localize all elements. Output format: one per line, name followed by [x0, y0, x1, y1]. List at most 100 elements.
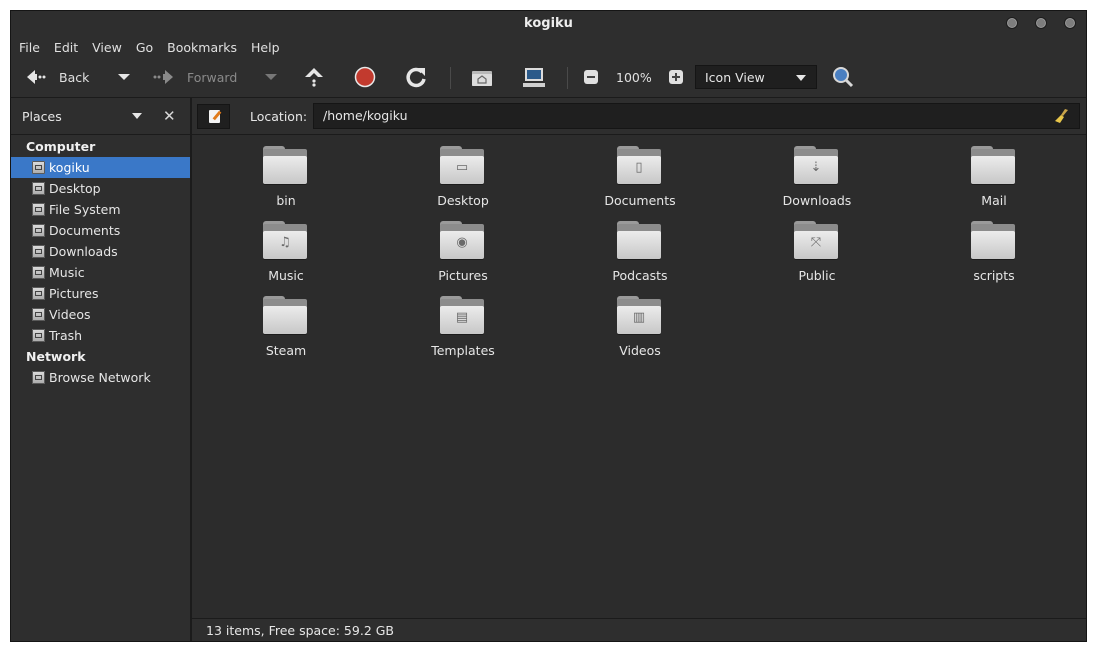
desktop-icon: [32, 182, 45, 195]
sidebar-item-downloads[interactable]: Downloads: [11, 241, 190, 262]
folder-item[interactable]: Podcasts: [565, 221, 715, 293]
maximize-button[interactable]: [1035, 17, 1047, 29]
toolbar-separator: [567, 67, 568, 89]
sidebar-item-music[interactable]: Music: [11, 262, 190, 283]
folder-icon: [971, 221, 1015, 259]
menu-help[interactable]: Help: [244, 38, 287, 58]
folder-item[interactable]: ⇣ Downloads: [742, 146, 892, 218]
up-button[interactable]: [303, 61, 325, 93]
search-button[interactable]: [831, 61, 855, 93]
sidebar-item-label: File System: [49, 202, 121, 217]
chevron-down-icon: [265, 74, 277, 80]
sidebar-item-pictures[interactable]: Pictures: [11, 283, 190, 304]
sidebar-item-home[interactable]: kogiku: [11, 157, 190, 178]
location-path: /home/kogiku: [323, 108, 408, 123]
folder-emblem-icon: ▭: [455, 160, 469, 175]
back-label: Back: [59, 69, 90, 85]
back-button[interactable]: Back: [23, 61, 89, 93]
reload-button[interactable]: [405, 61, 427, 93]
folder-name: Pictures: [438, 268, 488, 283]
location-input[interactable]: /home/kogiku: [313, 103, 1080, 129]
zoom-out-button[interactable]: [583, 61, 599, 93]
folder-item[interactable]: ▭ Desktop: [388, 146, 538, 218]
downloads-icon: [32, 245, 45, 258]
menu-file[interactable]: File: [11, 38, 47, 58]
folder-icon: ♫: [263, 221, 307, 259]
folder-emblem-icon: [986, 236, 1000, 250]
videos-icon: [32, 308, 45, 321]
forward-history-dropdown[interactable]: [264, 61, 278, 93]
minimize-button[interactable]: [1006, 17, 1018, 29]
location-label: Location:: [250, 109, 308, 124]
folder-emblem-icon: ▤: [455, 310, 469, 325]
menu-view[interactable]: View: [85, 38, 129, 58]
edit-location-button[interactable]: [197, 104, 230, 129]
sidebar-item-documents[interactable]: Documents: [11, 220, 190, 241]
view-mode-select[interactable]: Icon View: [695, 65, 817, 89]
folder-emblem-icon: [278, 311, 292, 325]
toolbar: Back Forward 100% Icon View: [11, 61, 1086, 97]
folder-item[interactable]: Mail: [919, 146, 1069, 218]
stop-button[interactable]: [354, 61, 376, 93]
folder-emblem-icon: ⤧: [810, 235, 822, 250]
menu-go[interactable]: Go: [129, 38, 160, 58]
home-icon: [32, 161, 45, 174]
folder-item[interactable]: ⤧ Public: [742, 221, 892, 293]
forward-arrow-icon: [153, 70, 173, 84]
home-button[interactable]: [471, 61, 493, 93]
zoom-in-icon: [669, 70, 683, 84]
chevron-down-icon: [118, 74, 130, 80]
folder-item[interactable]: ▥ Videos: [565, 296, 715, 368]
folder-icon: [971, 146, 1015, 184]
menu-edit[interactable]: Edit: [47, 38, 85, 58]
computer-button[interactable]: [522, 61, 546, 93]
back-history-dropdown[interactable]: [117, 61, 131, 93]
sidebar-item-browse-network[interactable]: Browse Network: [11, 367, 190, 388]
zoom-in-button[interactable]: [668, 61, 684, 93]
close-button[interactable]: [1064, 17, 1076, 29]
music-icon: [32, 266, 45, 279]
folder-item[interactable]: ◉ Pictures: [388, 221, 538, 293]
folder-item[interactable]: ▤ Templates: [388, 296, 538, 368]
folder-item[interactable]: bin: [211, 146, 361, 218]
places-title: Places: [22, 109, 62, 124]
filesystem-icon: [32, 203, 45, 216]
folder-icon: [263, 296, 307, 334]
folder-item[interactable]: ▯ Documents: [565, 146, 715, 218]
folder-name: Steam: [265, 343, 307, 358]
folder-item[interactable]: ♫ Music: [211, 221, 361, 293]
forward-button[interactable]: Forward: [151, 61, 237, 93]
file-manager-window: kogiku File Edit View Go Bookmarks Help …: [10, 10, 1087, 642]
zoom-level: 100%: [616, 69, 652, 85]
view-mode-value: Icon View: [705, 69, 765, 85]
clear-broom-icon[interactable]: [1054, 108, 1070, 124]
folder-icon: ◉: [440, 221, 484, 259]
stop-icon: [354, 66, 376, 88]
sidebar-item-trash[interactable]: Trash: [11, 325, 190, 346]
folder-emblem-icon: [278, 161, 292, 175]
pictures-icon: [32, 287, 45, 300]
folder-item[interactable]: scripts: [919, 221, 1069, 293]
documents-icon: [32, 224, 45, 237]
folder-name: Podcasts: [612, 268, 668, 283]
close-sidebar-icon[interactable]: ✕: [163, 107, 176, 125]
sidebar-item-videos[interactable]: Videos: [11, 304, 190, 325]
up-arrow-icon: [305, 68, 323, 87]
sidebar-item-filesystem[interactable]: File System: [11, 199, 190, 220]
menu-bar: File Edit View Go Bookmarks Help: [11, 38, 287, 58]
sidebar-item-desktop[interactable]: Desktop: [11, 178, 190, 199]
menu-bookmarks[interactable]: Bookmarks: [160, 38, 244, 58]
reload-icon: [406, 67, 426, 88]
places-header: Places ✕: [11, 98, 190, 135]
sidebar-item-label: Trash: [49, 328, 83, 343]
folder-item[interactable]: Steam: [211, 296, 361, 368]
folder-name: Public: [798, 268, 836, 283]
folder-icon: [263, 146, 307, 184]
sidebar-item-label: Documents: [49, 223, 121, 238]
places-tree: Computer kogiku Desktop File System Docu…: [11, 136, 190, 388]
chevron-down-icon[interactable]: [132, 113, 142, 119]
network-icon: [32, 371, 45, 384]
folder-name: Mail: [981, 193, 1007, 208]
folder-emblem-icon: [632, 236, 646, 250]
sidebar-item-label: Pictures: [49, 286, 99, 301]
